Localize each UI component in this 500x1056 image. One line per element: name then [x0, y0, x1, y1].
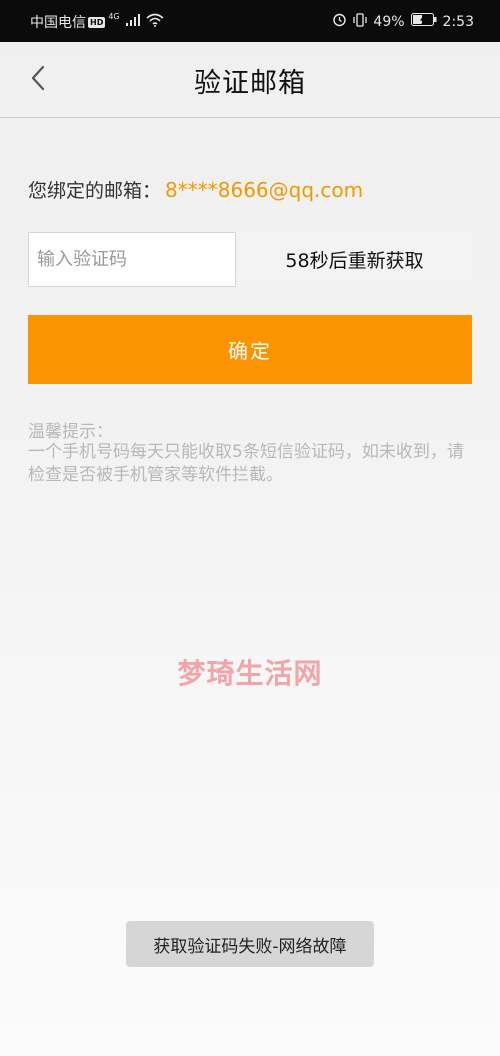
battery-icon	[410, 13, 437, 30]
status-bar-left: 中国电信 HD 4G	[30, 12, 164, 32]
tips-title: 温馨提示：	[28, 422, 113, 442]
bound-email-label: 您绑定的邮箱：	[28, 180, 162, 202]
hd-badge: HD	[88, 16, 106, 28]
error-toast: 获取验证码失败-网络故障	[126, 921, 374, 967]
nav-header: 验证邮箱	[0, 42, 500, 118]
clock-time: 2:53	[442, 13, 474, 30]
bound-email-row: 您绑定的邮箱： 8****8666@qq.com	[28, 176, 363, 203]
page-title: 验证邮箱	[194, 68, 306, 99]
confirm-button[interactable]: 确定	[28, 315, 472, 384]
watermark-text: 梦琦生活网	[177, 657, 323, 690]
status-bar: 中国电信 HD 4G 49% 2:53	[0, 0, 500, 42]
resend-code-button[interactable]: 58秒后重新获取	[237, 232, 472, 287]
verification-code-input[interactable]	[28, 232, 236, 287]
alarm-icon	[332, 12, 347, 31]
carrier-name: 中国电信	[30, 15, 86, 31]
signal-icon	[125, 14, 140, 30]
network-type: 4G	[108, 11, 120, 21]
status-bar-right: 49% 2:53	[326, 12, 474, 31]
battery-percent: 49%	[373, 13, 405, 30]
tips-body: 一个手机号码每天只能收取5条短信验证码，如未收到，请检查是否被手机管家等软件拦截…	[28, 442, 464, 485]
vibrate-icon	[353, 12, 368, 31]
wifi-icon	[146, 13, 164, 31]
bound-email-value: 8****8666@qq.com	[165, 178, 364, 202]
